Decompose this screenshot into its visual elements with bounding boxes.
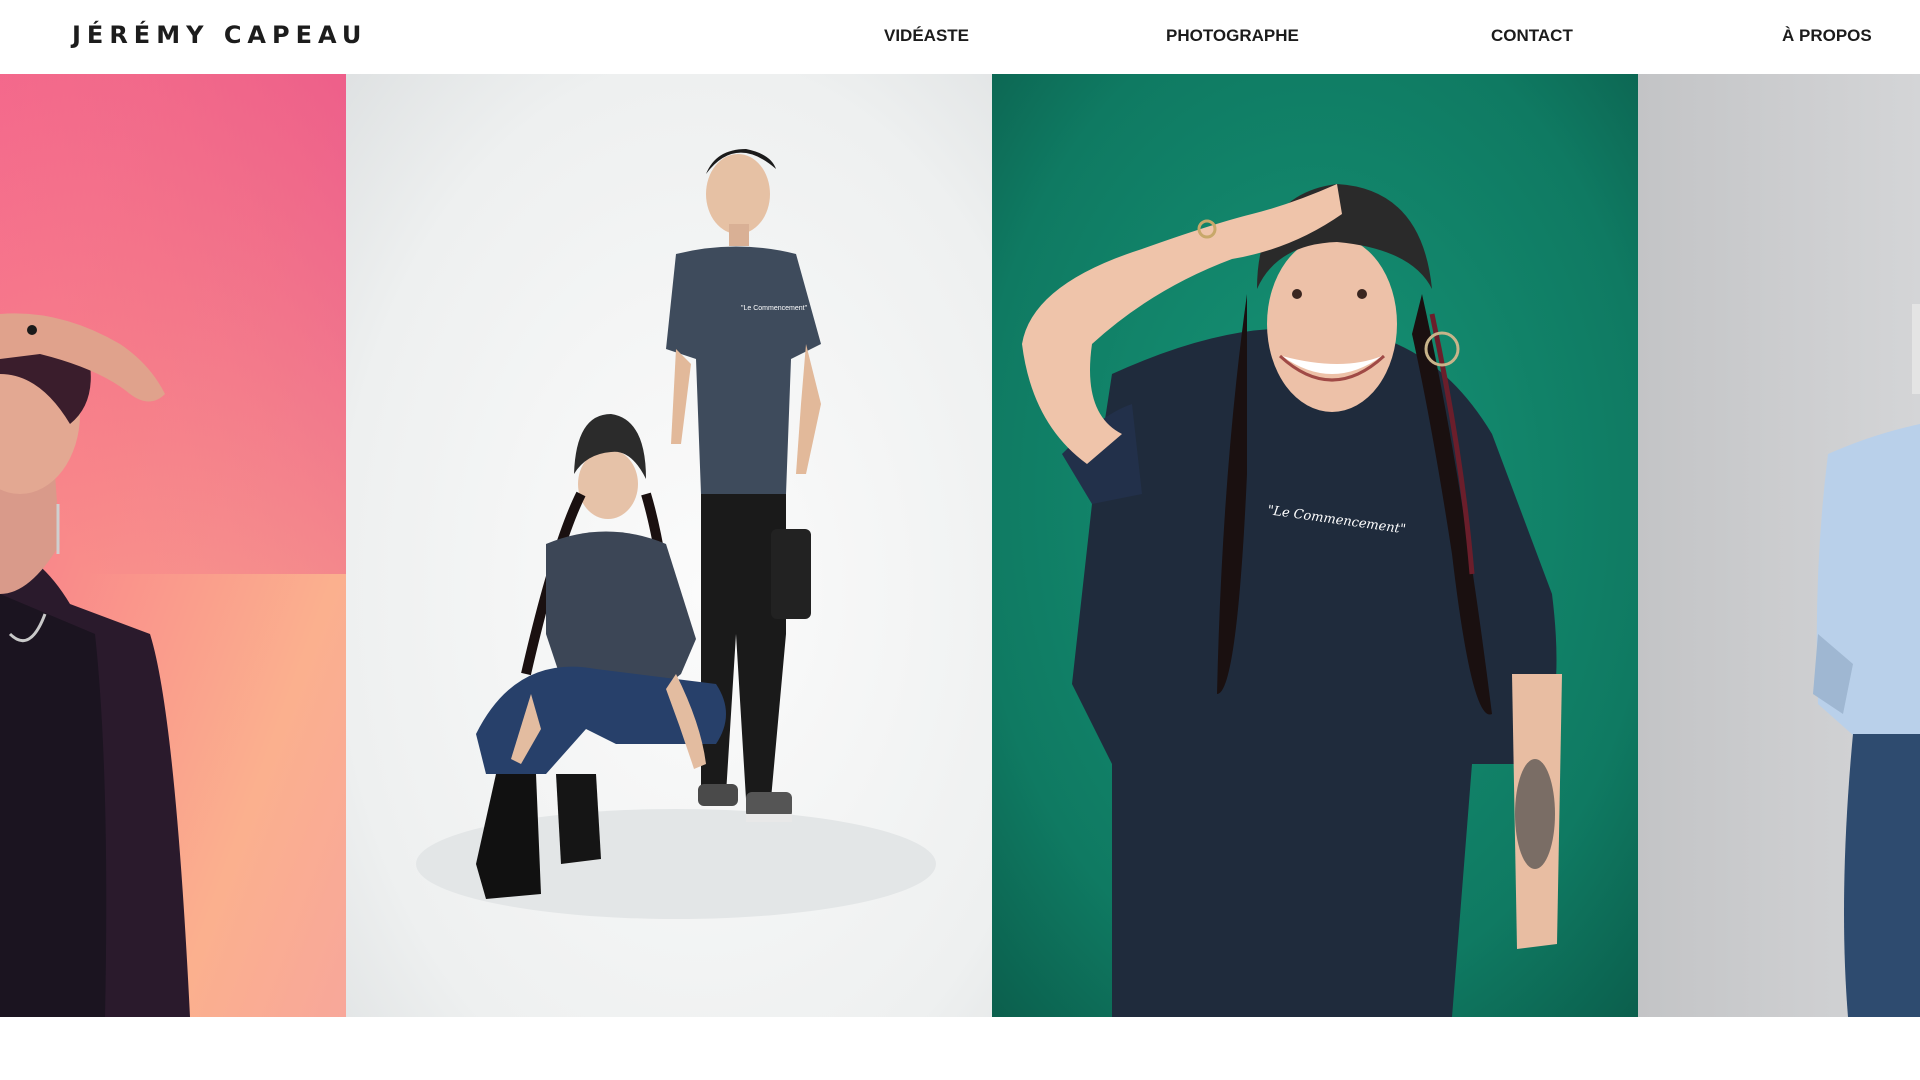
nav-contact[interactable]: CONTACT — [1491, 26, 1573, 46]
shirt-print-text: "Le Commencement" — [741, 305, 808, 312]
nav-photographe[interactable]: PHOTOGRAPHE — [1166, 26, 1299, 46]
photo-two-models-image: "Le Commencement" — [346, 74, 992, 1017]
gallery-photo-two-models-studio[interactable]: "Le Commencement" — [346, 74, 992, 1017]
photo-grey-backdrop-image — [1638, 74, 1920, 1017]
nav-a-propos[interactable]: À PROPOS — [1782, 26, 1872, 46]
site-header: JÉRÉMY CAPEAU VIDÉASTE PHOTOGRAPHE CONTA… — [0, 0, 1920, 74]
site-logo[interactable]: JÉRÉMY CAPEAU — [72, 20, 367, 50]
nav-videaste[interactable]: VIDÉASTE — [884, 26, 969, 46]
gallery-photo-grey-backdrop[interactable] — [1638, 74, 1920, 1017]
gallery-photo-green-backdrop[interactable]: "Le Commencement" — [992, 74, 1638, 1017]
photo-pink-portrait-image — [0, 74, 346, 1017]
photo-green-backdrop-image: "Le Commencement" — [992, 74, 1638, 1017]
photo-gallery-carousel[interactable]: "Le Commencement" "Le Commencement" — [0, 74, 1920, 1017]
gallery-photo-pink-portrait[interactable] — [0, 74, 346, 1017]
